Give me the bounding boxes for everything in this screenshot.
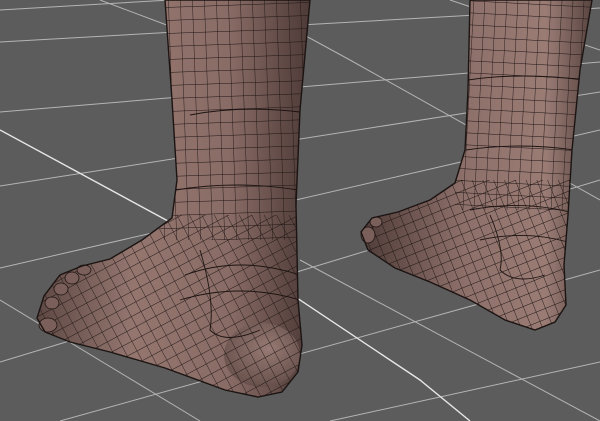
right-leg-wireframe — [160, 0, 310, 240]
viewport-canvas[interactable] — [0, 0, 600, 421]
3d-viewport[interactable] — [0, 0, 600, 421]
